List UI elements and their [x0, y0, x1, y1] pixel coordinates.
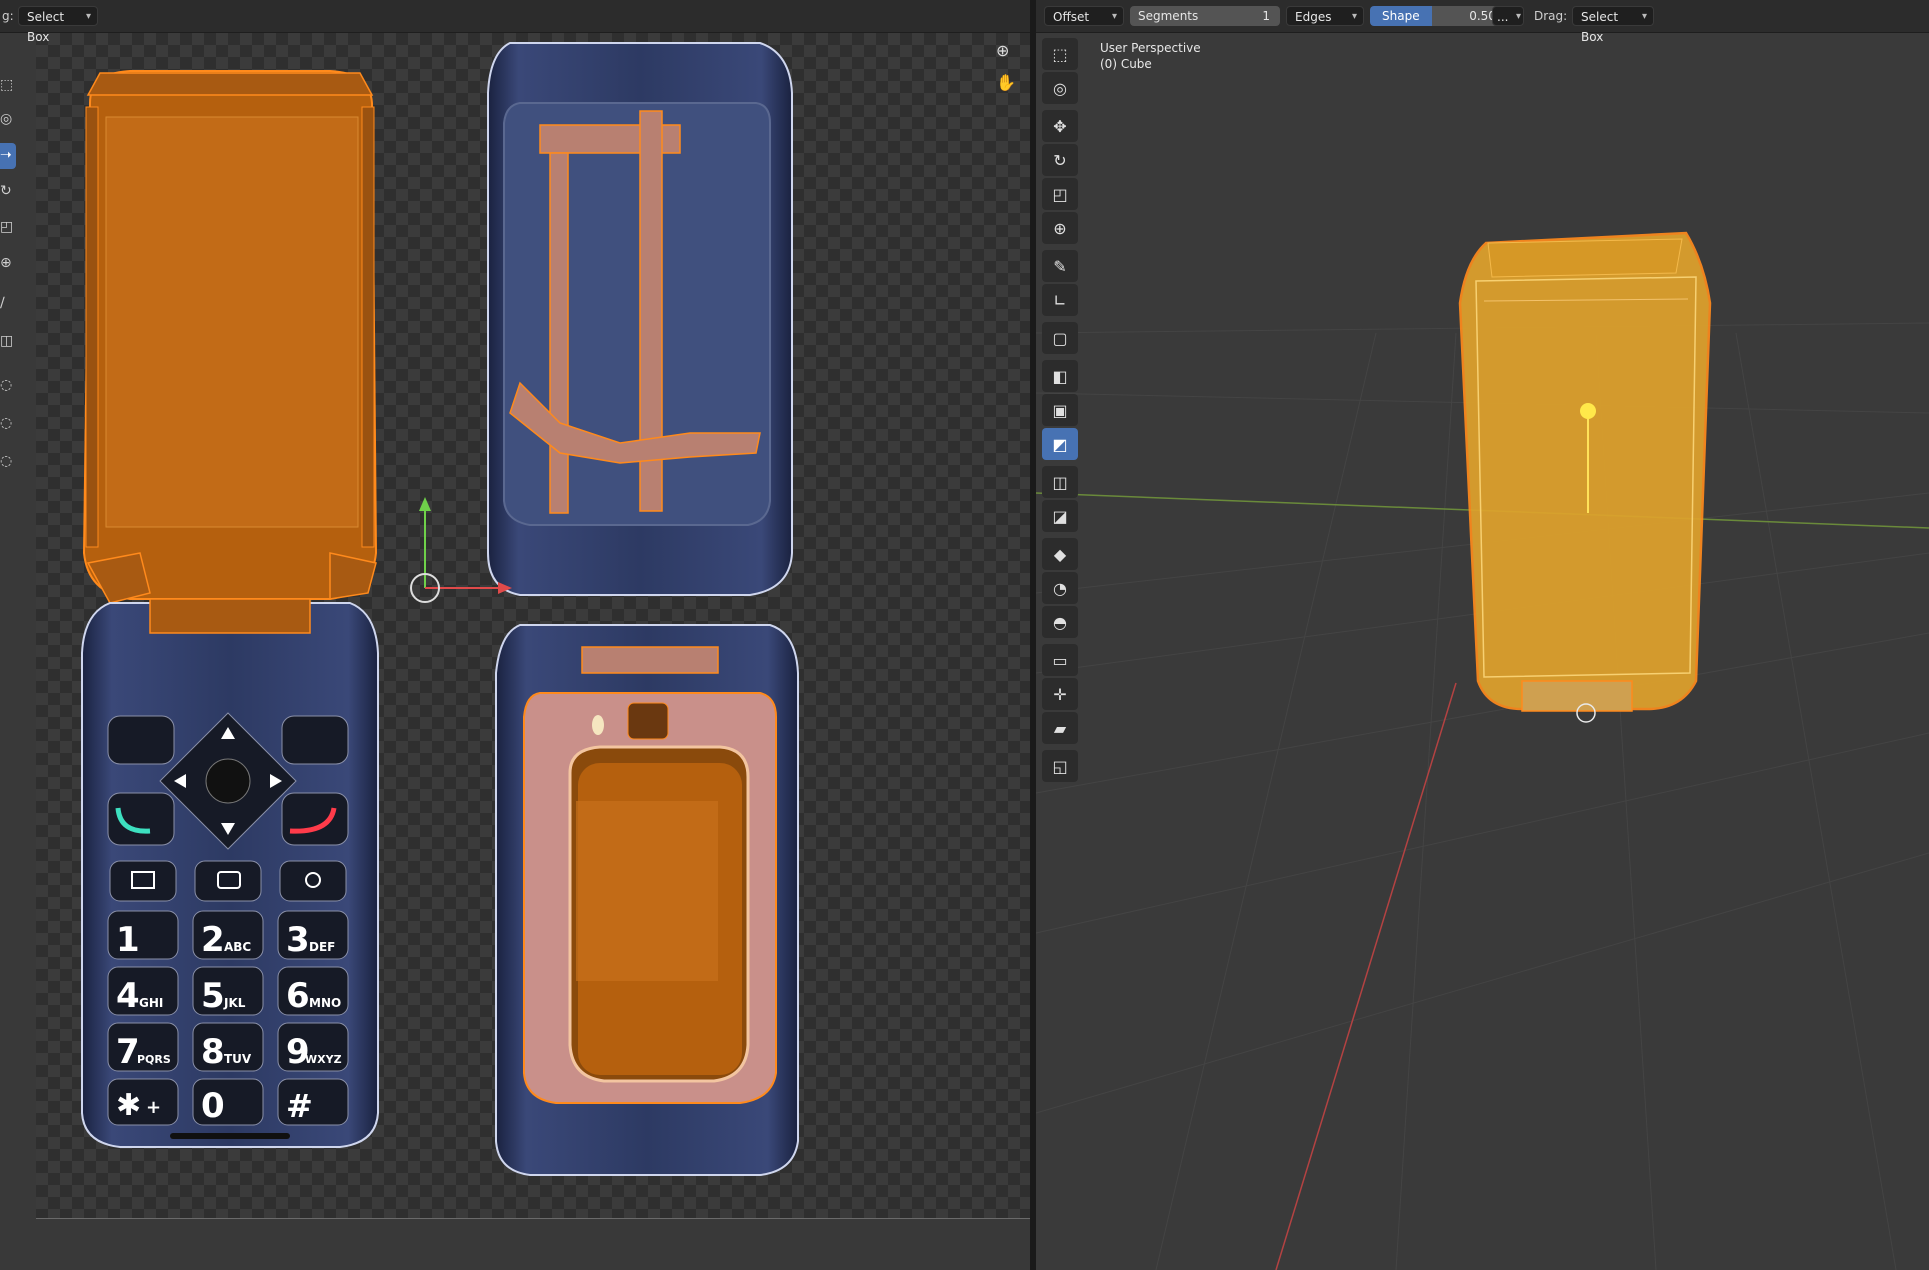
- drag-label: Drag:: [1534, 9, 1568, 23]
- key-9-letters: WXYZ: [305, 1053, 342, 1066]
- affect-mode-dropdown[interactable]: Edges ▾: [1286, 6, 1364, 26]
- segments-label: Segments: [1138, 9, 1199, 23]
- tool-prefix-label: g:: [2, 9, 14, 23]
- rip-region-icon[interactable]: ◱: [1042, 750, 1078, 782]
- key-8-number: 8: [201, 1032, 225, 1072]
- shape-label: Shape: [1370, 6, 1432, 26]
- key-1-number: 1: [116, 920, 140, 960]
- chevron-down-icon: ▾: [1111, 11, 1117, 22]
- rotate-icon[interactable]: ↻: [1042, 144, 1078, 176]
- key-3-number: 3: [286, 920, 310, 960]
- lid-front-island[interactable]: [495, 624, 799, 1176]
- key-star-plus: +: [146, 1097, 161, 1118]
- key-7-number: 7: [116, 1032, 140, 1072]
- uv-select-mode-dropdown[interactable]: Select Box ▾: [18, 6, 98, 44]
- lid-back-island[interactable]: [487, 42, 793, 596]
- key-6-number: 6: [286, 976, 310, 1016]
- shear-icon[interactable]: ▰: [1042, 712, 1078, 744]
- scale-icon[interactable]: ◰: [1042, 178, 1078, 210]
- view-name-label: User Perspective: [1100, 41, 1201, 55]
- key-8-letters: TUV: [224, 1052, 252, 1066]
- more-options-label: ...: [1497, 10, 1509, 24]
- uv-editor[interactable]: ⬚ ◎ ➝ ↻ ◰ ⊕ ∕ ◫ ◌ ◌ ◌ ⊕ ✋ 1 2 ABC 3 DEF …: [0, 33, 1030, 1270]
- offset-mode-dropdown[interactable]: Offset ▾: [1044, 6, 1124, 26]
- key-7-letters: PQRS: [137, 1053, 171, 1066]
- origin-point-icon[interactable]: [1580, 403, 1596, 419]
- uv-islands[interactable]: 1 2 ABC 3 DEF 4 GHI 5 JKL 6 MNO 7 PQRS 8…: [0, 33, 1030, 1218]
- chevron-down-icon: ▾: [85, 11, 91, 22]
- key-6-letters: MNO: [309, 996, 341, 1010]
- add-cube-icon[interactable]: ▢: [1042, 322, 1078, 354]
- key-2-letters: ABC: [224, 940, 251, 954]
- bevel-icon[interactable]: ◩: [1042, 428, 1078, 460]
- select-box-icon[interactable]: ⬚: [1042, 38, 1078, 70]
- affect-mode-value: Edges: [1295, 10, 1332, 24]
- key-4-letters: GHI: [139, 996, 163, 1010]
- knife-icon[interactable]: ◪: [1042, 500, 1078, 532]
- uv-header: g: Select Box ▾: [0, 0, 1030, 44]
- move-icon[interactable]: ✥: [1042, 110, 1078, 142]
- cursor-icon[interactable]: ◎: [1042, 72, 1078, 104]
- y-axis-line: [1275, 682, 1457, 1270]
- more-options-dropdown[interactable]: ... ▾: [1492, 6, 1524, 26]
- chevron-down-icon: ▾: [1351, 11, 1357, 22]
- key-9-number: 9: [286, 1032, 310, 1072]
- offset-mode-value: Offset: [1053, 10, 1090, 24]
- key-4-number: 4: [116, 976, 140, 1016]
- inset-icon[interactable]: ▣: [1042, 394, 1078, 426]
- smooth-icon[interactable]: ◓: [1042, 606, 1078, 638]
- object-name-label: (0) Cube: [1100, 57, 1152, 71]
- annotate-icon[interactable]: ✎: [1042, 250, 1078, 282]
- key-3-letters: DEF: [309, 940, 335, 954]
- phone-mesh[interactable]: [1458, 231, 1712, 723]
- viewport-scene[interactable]: [1036, 33, 1929, 1270]
- chevron-down-icon: ▾: [1641, 11, 1647, 22]
- segments-value: 1: [1262, 9, 1270, 23]
- shrink-fatten-icon[interactable]: ✛: [1042, 678, 1078, 710]
- key-5-letters: JKL: [223, 996, 246, 1010]
- inner-screen-island[interactable]: [82, 70, 378, 604]
- loop-cut-icon[interactable]: ◫: [1042, 466, 1078, 498]
- spin-icon[interactable]: ◔: [1042, 572, 1078, 604]
- measure-icon[interactable]: ∟: [1042, 284, 1078, 316]
- viewport-header: Offset ▾ Segments 1 Edges ▾ Shape 0.500 ..…: [1036, 0, 1929, 44]
- key-hash-symbol: #: [286, 1087, 313, 1125]
- poly-build-icon[interactable]: ◆: [1042, 538, 1078, 570]
- drag-mode-dropdown[interactable]: Select Box ▾: [1572, 6, 1654, 44]
- 3d-viewport[interactable]: User Perspective (0) Cube: [1036, 33, 1929, 1270]
- edge-slide-icon[interactable]: ▭: [1042, 644, 1078, 676]
- extrude-icon[interactable]: ◧: [1042, 360, 1078, 392]
- segments-field[interactable]: Segments 1: [1130, 6, 1280, 26]
- transform-icon[interactable]: ⊕: [1042, 212, 1078, 244]
- key-star-symbol: ✱: [116, 1088, 141, 1123]
- key-0-number: 0: [201, 1086, 225, 1126]
- key-2-number: 2: [201, 920, 225, 960]
- key-5-number: 5: [201, 976, 225, 1016]
- chevron-down-icon: ▾: [1515, 11, 1521, 22]
